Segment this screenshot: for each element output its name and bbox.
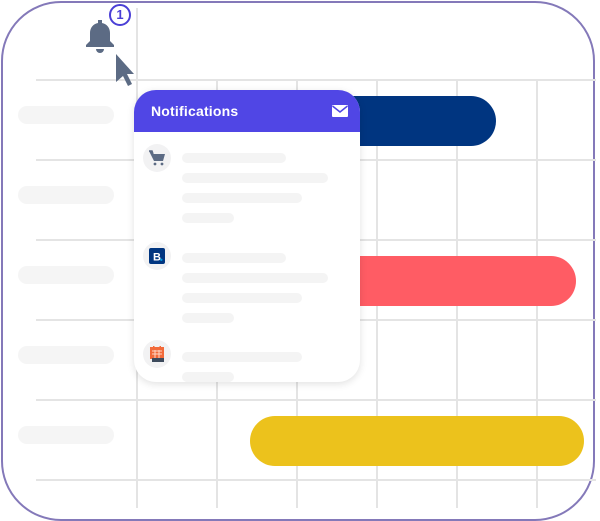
notification-count-badge: 1	[109, 4, 131, 26]
row-label-placeholder	[18, 266, 114, 284]
shopping-cart-icon	[149, 150, 165, 166]
grid-row-line	[36, 399, 596, 401]
text-placeholder	[182, 273, 328, 283]
grid-row-line	[36, 479, 596, 481]
text-placeholder	[182, 173, 328, 183]
text-placeholder	[182, 153, 286, 163]
text-placeholder	[182, 352, 302, 362]
svg-text:B: B	[153, 252, 161, 264]
text-placeholder	[182, 253, 286, 263]
text-placeholder	[182, 213, 234, 223]
timeline-bar-yellow[interactable]	[250, 416, 584, 466]
booking-b-logo-icon: B	[149, 248, 165, 264]
calendar-icon	[150, 346, 164, 362]
text-placeholder	[182, 193, 302, 203]
notification-icon-wrap	[143, 340, 171, 368]
row-label-placeholder	[18, 346, 114, 364]
notifications-header: Notifications	[134, 90, 360, 132]
envelope-icon[interactable]	[332, 105, 348, 117]
notifications-title: Notifications	[151, 103, 239, 119]
row-label-placeholder	[18, 106, 114, 124]
notification-icon-wrap	[143, 144, 171, 172]
text-placeholder	[182, 372, 234, 382]
row-label-placeholder	[18, 186, 114, 204]
bell-icon[interactable]	[84, 18, 116, 54]
text-placeholder	[182, 293, 302, 303]
notification-icon-wrap: B	[143, 242, 171, 270]
row-label-placeholder	[18, 426, 114, 444]
notifications-panel: Notifications B	[134, 90, 360, 382]
mouse-cursor-icon	[116, 54, 134, 86]
text-placeholder	[182, 313, 234, 323]
